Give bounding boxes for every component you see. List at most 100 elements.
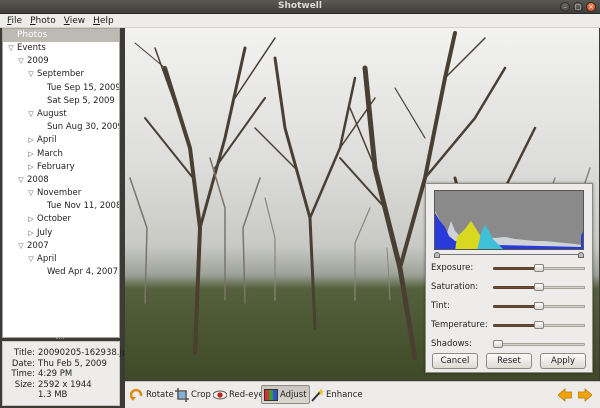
sidebar-item-label: Sun Aug 30, 2009 <box>47 122 120 133</box>
menu-bar: File Photo View Help <box>0 14 600 28</box>
expander-open-icon[interactable]: ▽ <box>27 108 35 121</box>
sidebar-item[interactable]: ▽ Events <box>3 42 119 55</box>
expander-closed-icon[interactable]: ▷ <box>27 213 35 226</box>
expander-open-icon[interactable]: ▽ <box>27 68 35 81</box>
sidebar-item[interactable]: ▷ October <box>3 213 119 226</box>
histogram-max-handle[interactable] <box>578 252 584 258</box>
sidebar-item[interactable]: Sat Sep 5, 2009 <box>3 95 119 108</box>
slider-knob[interactable] <box>534 283 544 291</box>
slider-knob[interactable] <box>534 264 544 272</box>
pane-splitter[interactable] <box>56 338 64 340</box>
sidebar-item[interactable]: Wed Apr 4, 2007 <box>3 266 119 279</box>
sidebar-item[interactable]: ▽ August <box>3 108 119 121</box>
sidebar-item-label: July <box>37 227 53 238</box>
rotate-button[interactable]: Rotate <box>128 385 176 404</box>
window-title: Shotwell <box>278 1 322 11</box>
sidebar-item-label: Tue Sep 15, 2009 <box>47 82 120 93</box>
histogram <box>434 190 584 250</box>
toolbar: Rotate Crop Red-eye Adjust Enhance <box>125 381 600 408</box>
arrow-left-icon <box>557 387 573 402</box>
sidebar-item-label: Events <box>17 43 46 53</box>
sidebar-item[interactable]: ▽ 2008 <box>3 174 119 187</box>
sidebar-item-label: Wed Apr 4, 2007 <box>47 267 119 278</box>
info-title: Title: 20090205-162938.jpg <box>13 348 133 358</box>
slider-track-rest[interactable] <box>539 305 585 308</box>
expander-closed-icon[interactable]: ▷ <box>27 148 35 161</box>
expander-open-icon[interactable]: ▽ <box>17 55 25 68</box>
event-tree: ▽ Events ▽ 2009 ▽ September Tue Sep 15, 2009 Sa… <box>3 42 119 279</box>
sidebar-item[interactable]: ▽ 2007 <box>3 240 119 253</box>
expander-open-icon[interactable]: ▽ <box>17 240 25 253</box>
sidebar-item-label: 2008 <box>27 174 49 185</box>
expander-closed-icon[interactable]: ▷ <box>27 227 35 240</box>
sidebar-item[interactable]: Sun Aug 30, 2009 <box>3 121 119 134</box>
sidebar-item[interactable]: ▷ July <box>3 227 119 240</box>
menu-file[interactable]: File <box>3 16 26 26</box>
sidebar-item[interactable]: Tue Nov 11, 2008 <box>3 200 119 213</box>
previous-photo-button[interactable] <box>556 385 574 404</box>
sidebar-item-label: April <box>37 135 57 146</box>
histogram-min-handle[interactable] <box>434 252 440 258</box>
maximize-button[interactable]: □ <box>573 2 583 12</box>
sidebar-item[interactable]: ▽ 2009 <box>3 55 119 68</box>
close-button[interactable]: × <box>586 2 596 12</box>
sidebar-item-label: March <box>37 148 63 159</box>
shadows-row: Shadows: <box>431 338 591 350</box>
apply-button[interactable]: Apply <box>540 353 586 369</box>
sidebar-item-label: August <box>37 108 67 119</box>
red-eye-button[interactable]: Red-eye <box>211 385 266 404</box>
slider-track-rest[interactable] <box>539 324 585 327</box>
adjust-button[interactable]: Adjust <box>261 385 310 404</box>
sidebar-item[interactable]: ▷ March <box>3 148 119 161</box>
expander-closed-icon[interactable]: ▷ <box>27 161 35 174</box>
slider-knob[interactable] <box>534 302 544 310</box>
adjust-panel: Exposure: Saturation: Tint: Temperature:… <box>425 183 593 373</box>
adjust-icon <box>264 388 278 402</box>
expander-open-icon[interactable]: ▽ <box>7 42 15 55</box>
info-size: Size: 2592 x 1944 <box>14 379 92 390</box>
sidebar-item-photos[interactable]: Photos <box>3 29 119 42</box>
sidebar-item-label: 2007 <box>27 240 49 251</box>
sidebar-item-label: October <box>37 214 72 225</box>
tint-slider[interactable] <box>493 305 539 308</box>
sidebar-item-label: November <box>37 188 82 199</box>
enhance-button[interactable]: Enhance <box>308 385 365 404</box>
minimize-button[interactable]: – <box>560 2 570 12</box>
sidebar-item-label: September <box>37 69 84 80</box>
menu-help[interactable]: Help <box>89 16 118 26</box>
sidebar-item[interactable]: Tue Sep 15, 2009 <box>3 82 119 95</box>
expander-open-icon[interactable]: ▽ <box>17 174 25 187</box>
menu-view[interactable]: View <box>60 16 89 26</box>
slider-knob[interactable] <box>534 321 544 329</box>
sidebar-item[interactable]: ▽ November <box>3 187 119 200</box>
sidebar-item[interactable]: ▷ April <box>3 134 119 147</box>
slider-knob[interactable] <box>493 340 503 348</box>
info-filesize: 1.3 MB <box>38 390 68 400</box>
menu-photo[interactable]: Photo <box>26 16 60 26</box>
exposure-slider[interactable] <box>493 267 539 270</box>
info-time: Time: 4:29 PM <box>11 369 73 379</box>
red-eye-icon <box>212 388 228 402</box>
sidebar-item[interactable]: ▽ April <box>3 253 119 266</box>
info-date: Date: Thu Feb 5, 2009 <box>11 358 107 369</box>
histogram-range[interactable] <box>434 252 584 258</box>
next-photo-button[interactable] <box>576 385 594 404</box>
cancel-button[interactable]: Cancel <box>432 353 478 369</box>
expander-closed-icon[interactable]: ▷ <box>27 134 35 147</box>
reset-button[interactable]: Reset <box>486 353 532 369</box>
saturation-slider[interactable] <box>493 286 539 289</box>
slider-track-rest[interactable] <box>539 267 585 270</box>
slider-track-rest[interactable] <box>539 286 585 289</box>
shadows-slider[interactable] <box>493 343 585 346</box>
crop-button[interactable]: Crop <box>173 385 213 404</box>
crop-icon <box>175 387 189 402</box>
sidebar-item-label: 2009 <box>27 56 49 67</box>
expander-open-icon[interactable]: ▽ <box>27 187 35 200</box>
temperature-row: Temperature: <box>431 319 591 331</box>
temperature-slider[interactable] <box>493 324 539 327</box>
expander-open-icon[interactable]: ▽ <box>27 253 35 266</box>
title-bar: Shotwell – □ × <box>0 0 600 14</box>
arrow-right-icon <box>577 387 593 402</box>
sidebar-item[interactable]: ▷ February <box>3 161 119 174</box>
sidebar-item[interactable]: ▽ September <box>3 68 119 81</box>
